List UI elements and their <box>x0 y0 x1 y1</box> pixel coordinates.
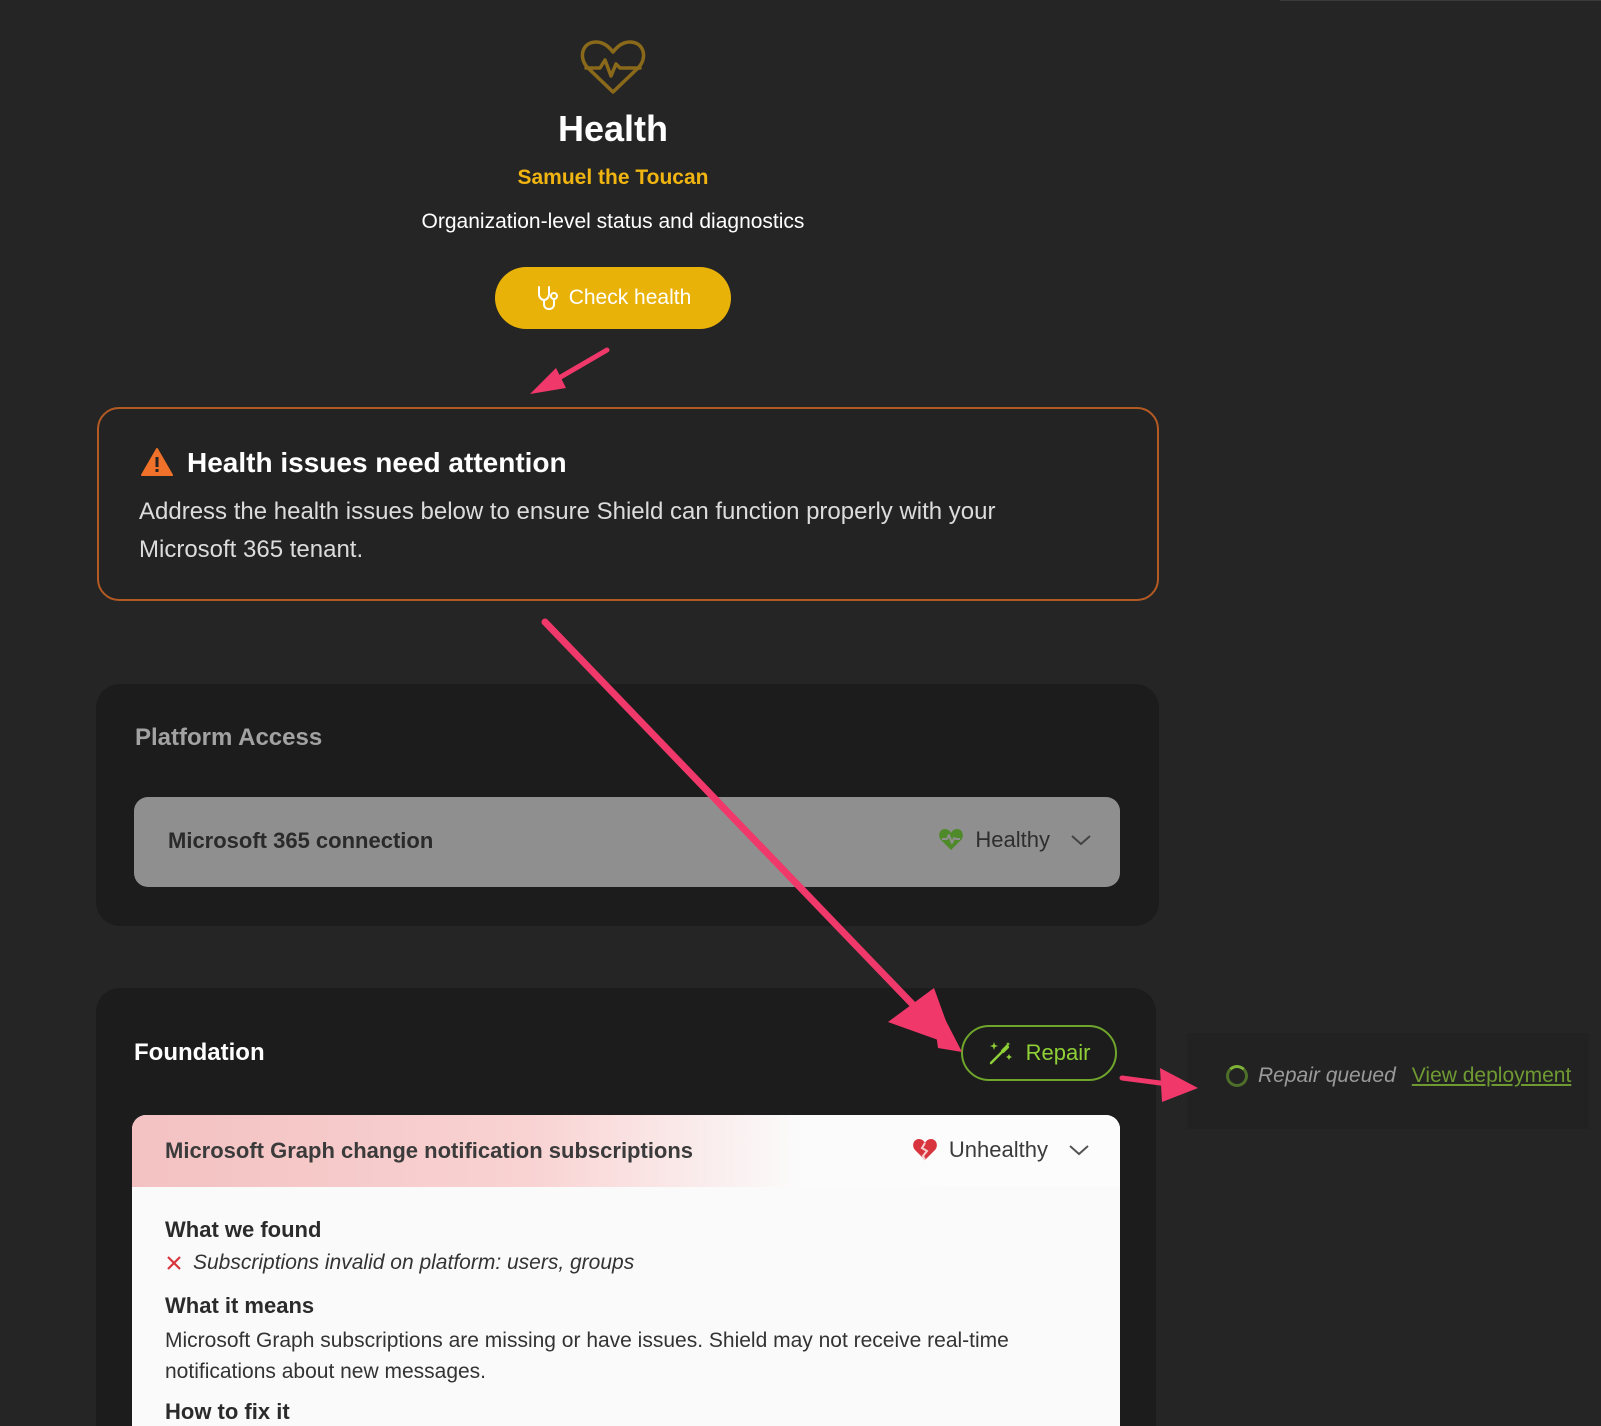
check-health-label: Check health <box>568 286 692 309</box>
loading-spinner-icon <box>1226 1065 1248 1087</box>
healthy-status: Healthy <box>939 827 1092 853</box>
what-we-found-heading: What we found <box>165 1217 322 1242</box>
annotation-arrow <box>530 347 610 394</box>
alert-text: Address the health issues below to ensur… <box>139 498 996 563</box>
view-deployment-link[interactable]: View deployment <box>1412 1064 1572 1088</box>
foundation-panel: Foundation Repair Microsoft Graph change… <box>96 988 1156 1426</box>
heart-pulse-icon <box>939 829 964 850</box>
magic-wand-icon <box>989 1042 1012 1065</box>
finding-item: Subscriptions invalid on platform: users… <box>165 1251 634 1275</box>
health-alert: Health issues need attention Address the… <box>97 407 1159 601</box>
broken-heart-icon <box>913 1139 937 1161</box>
graph-subscriptions-card: Microsoft Graph change notification subs… <box>132 1115 1120 1426</box>
alert-title: Health issues need attention <box>187 447 567 478</box>
warning-triangle-icon <box>141 448 173 476</box>
foundation-title: Foundation <box>134 1039 265 1066</box>
platform-access-title: Platform Access <box>135 724 323 751</box>
status-label: Unhealthy <box>948 1137 1048 1162</box>
unhealthy-status: Unhealthy <box>913 1137 1090 1163</box>
page-subtitle: Organization-level status and diagnostic… <box>421 210 805 233</box>
what-it-means-heading: What it means <box>165 1293 315 1318</box>
card-header[interactable]: Microsoft Graph change notification subs… <box>132 1115 1120 1187</box>
card-title: Microsoft Graph change notification subs… <box>165 1138 694 1163</box>
organization-name: Samuel the Toucan <box>517 166 709 189</box>
chevron-down-icon[interactable] <box>1068 1143 1090 1157</box>
check-health-button[interactable]: Check health <box>495 267 731 329</box>
finding-text: Subscriptions invalid on platform: users… <box>193 1251 635 1274</box>
repair-queued-status: Repair queued View deployment <box>1226 1064 1571 1088</box>
top-divider <box>1280 0 1601 1</box>
how-to-fix-heading: How to fix it <box>165 1399 290 1424</box>
stethoscope-icon <box>537 286 558 311</box>
page-title: Health <box>557 108 669 149</box>
repair-button[interactable]: Repair <box>961 1025 1117 1081</box>
repair-label: Repair <box>1025 1040 1091 1065</box>
row-label: Microsoft 365 connection <box>168 828 434 853</box>
microsoft-365-connection-row[interactable]: Microsoft 365 connection Healthy <box>134 797 1120 887</box>
x-mark-icon <box>167 1256 181 1270</box>
status-label: Healthy <box>975 827 1050 852</box>
repair-queued-text: Repair queued <box>1258 1064 1396 1087</box>
chevron-down-icon[interactable] <box>1070 833 1092 847</box>
what-it-means-text: Microsoft Graph subscriptions are missin… <box>165 1329 1009 1383</box>
heart-pulse-icon <box>580 40 646 94</box>
platform-access-panel: Platform Access Microsoft 365 connection… <box>96 684 1159 926</box>
